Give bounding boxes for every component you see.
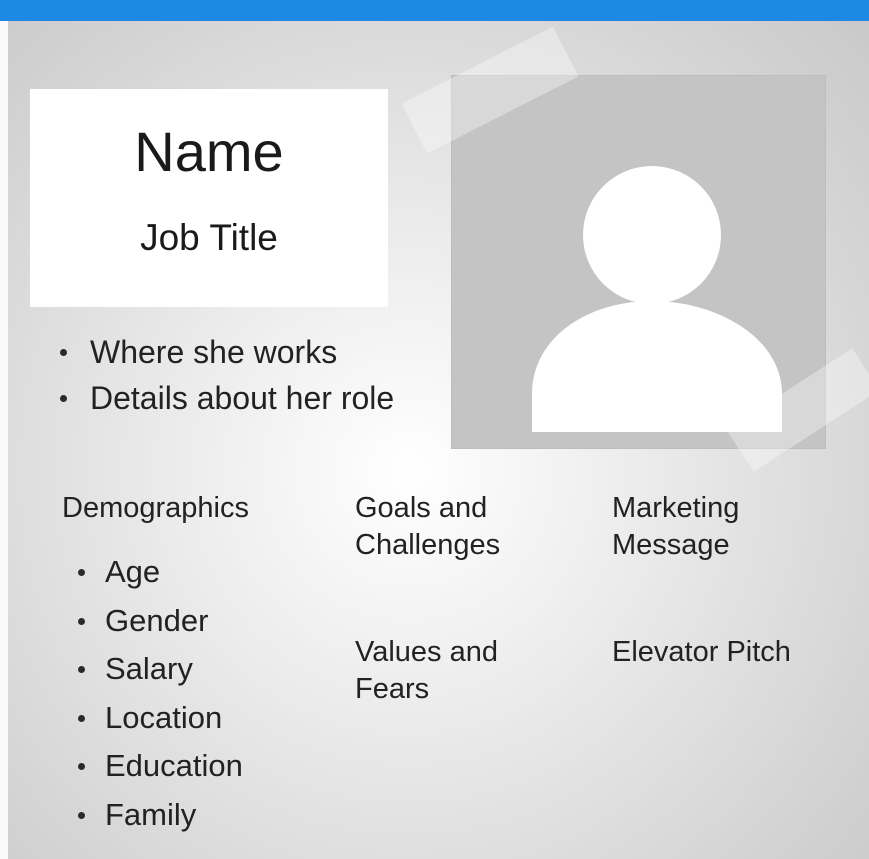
person-avatar-icon bbox=[532, 166, 782, 432]
role-details-list: Where she works Details about her role bbox=[60, 333, 394, 425]
goals-heading-line2: Challenges bbox=[355, 529, 501, 561]
left-edge-strip bbox=[0, 21, 8, 859]
marketing-heading-line1: Marketing bbox=[612, 492, 740, 524]
list-item: Location bbox=[78, 699, 243, 748]
persona-job-title: Job Title bbox=[140, 217, 278, 258]
name-card: Name Job Title bbox=[30, 89, 388, 307]
values-heading-line1: Values and bbox=[355, 636, 498, 668]
list-item: Details about her role bbox=[60, 379, 394, 425]
values-fears-heading: Values and Fears bbox=[355, 634, 555, 708]
elevator-pitch-heading: Elevator Pitch bbox=[612, 636, 791, 668]
marketing-heading-line2: Message bbox=[612, 529, 730, 561]
list-item: Family bbox=[78, 796, 243, 845]
top-accent-bar bbox=[0, 0, 869, 21]
goals-heading-line1: Goals and bbox=[355, 492, 488, 524]
values-heading-line2: Fears bbox=[355, 673, 430, 705]
list-item: Gender bbox=[78, 602, 243, 651]
persona-slide: Name Job Title Where she works Details a… bbox=[0, 0, 869, 859]
persona-photo bbox=[452, 76, 825, 448]
goals-challenges-heading: Goals and Challenges bbox=[355, 490, 555, 564]
list-item: Education bbox=[78, 747, 243, 796]
list-item: Where she works bbox=[60, 333, 394, 379]
persona-name: Name bbox=[134, 120, 284, 183]
demographics-list: Age Gender Salary Location Education Fam… bbox=[78, 553, 243, 844]
list-item: Salary bbox=[78, 650, 243, 699]
demographics-heading: Demographics bbox=[62, 492, 249, 524]
marketing-message-heading: Marketing Message bbox=[612, 490, 842, 564]
list-item: Age bbox=[78, 553, 243, 602]
